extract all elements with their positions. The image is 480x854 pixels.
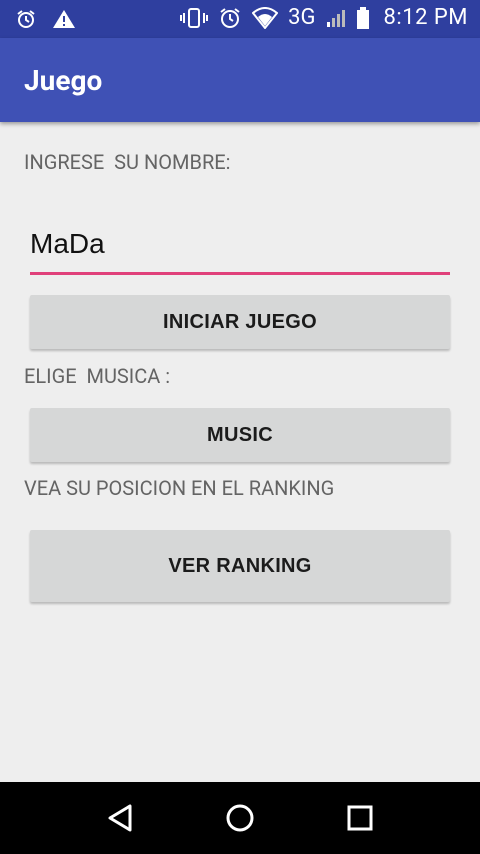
app-title: Juego	[24, 64, 103, 97]
music-button[interactable]: MUSIC	[30, 408, 450, 462]
name-input[interactable]	[30, 215, 450, 275]
status-right: 3G 8:12 PM	[180, 5, 468, 30]
name-label: INGRESE SU NOMBRE:	[24, 150, 231, 174]
ranking-label: VEA SU POSICION EN EL RANKING	[24, 476, 335, 500]
music-label: ELIGE MUSICA :	[24, 364, 171, 388]
wifi-icon	[252, 6, 279, 29]
recents-icon[interactable]	[344, 802, 376, 834]
alarm-icon	[218, 6, 242, 30]
view-ranking-button[interactable]: VER RANKING	[30, 530, 450, 602]
start-game-button[interactable]: INICIAR JUEGO	[30, 295, 450, 349]
signal-icon	[326, 8, 346, 28]
alarm-icon	[16, 9, 36, 29]
battery-icon	[356, 6, 370, 30]
navigation-bar	[0, 782, 480, 854]
status-bar: 3G 8:12 PM	[0, 0, 480, 38]
status-time: 8:12 PM	[383, 5, 468, 30]
app-bar: Juego	[0, 38, 480, 122]
status-left	[16, 9, 76, 29]
vibrate-icon	[180, 7, 209, 29]
network-type: 3G	[288, 5, 316, 30]
warning-icon	[52, 9, 76, 29]
home-icon[interactable]	[224, 802, 256, 834]
back-icon[interactable]	[104, 802, 136, 834]
